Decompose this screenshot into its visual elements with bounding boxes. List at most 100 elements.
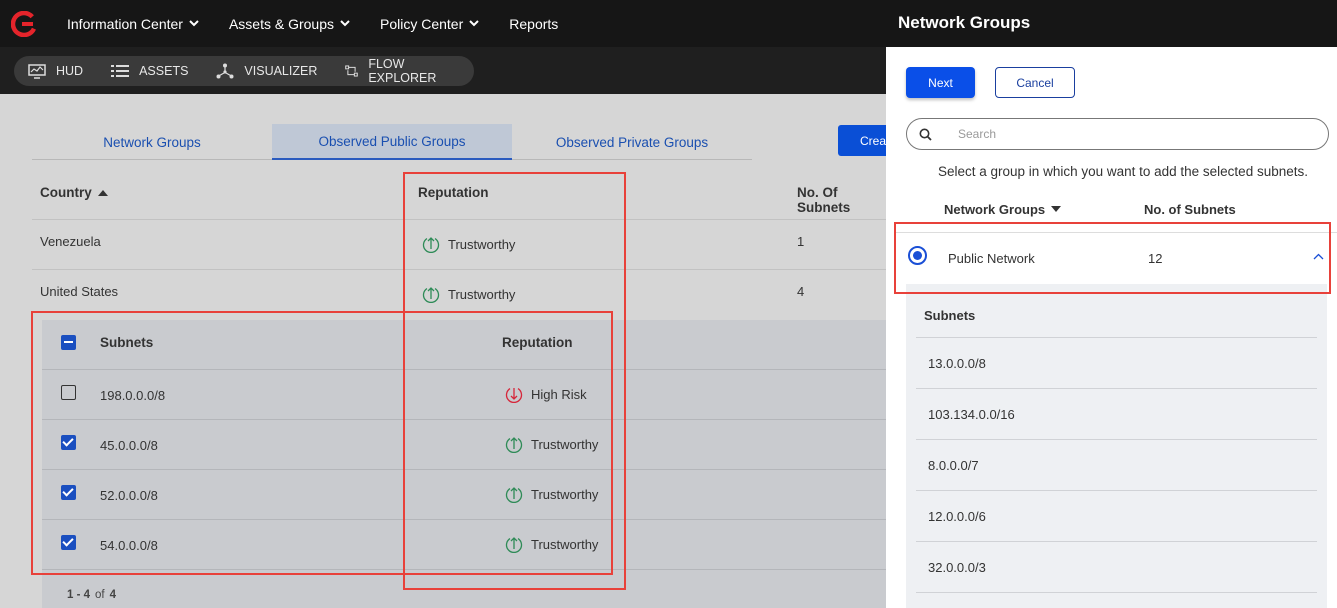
subnet-item: 8.0.0.0/7 — [928, 458, 979, 473]
subnav-hud[interactable]: HUD — [28, 63, 84, 79]
group-subnet-count: 12 — [1148, 251, 1163, 266]
nav-reports[interactable]: Reports — [509, 16, 558, 32]
divider — [32, 269, 886, 270]
next-button[interactable]: Next — [906, 67, 975, 98]
tab-observed-private-groups[interactable]: Observed Private Groups — [512, 124, 752, 160]
nav-policy-center[interactable]: Policy Center — [380, 16, 479, 32]
country-column-header[interactable]: Country — [40, 185, 108, 200]
flow-icon — [345, 65, 359, 77]
row-checkbox[interactable] — [61, 535, 76, 550]
search-bar — [906, 118, 1329, 150]
chevron-down-icon — [189, 20, 199, 27]
nav-label: Policy Center — [380, 15, 464, 32]
group-radio-selected[interactable] — [908, 246, 927, 265]
sort-ascending-icon — [97, 190, 108, 196]
subnets-header: Subnets — [924, 308, 976, 323]
subnav-label: ASSETS — [139, 64, 189, 78]
network-groups-drawer: Network Groups Next Cancel Select a grou… — [886, 0, 1337, 608]
divider — [916, 592, 1317, 593]
chevron-up-icon[interactable] — [1313, 253, 1324, 260]
select-all-checkbox[interactable] — [61, 335, 76, 350]
reputation-cell: Trustworthy — [505, 485, 598, 503]
chevron-down-icon — [340, 20, 350, 27]
group-name: Public Network — [948, 251, 1035, 266]
reputation-cell: Trustworthy — [505, 535, 598, 553]
reputation-cell: High Risk — [505, 385, 587, 403]
row-checkbox[interactable] — [61, 485, 76, 500]
cancel-button[interactable]: Cancel — [995, 67, 1075, 98]
tab-observed-public-groups[interactable]: Observed Public Groups — [272, 124, 512, 160]
subnav-flow-explorer[interactable]: FLOW EXPLORER — [345, 57, 446, 85]
subnav-label: HUD — [56, 64, 84, 78]
subnet-cell: 54.0.0.0/8 — [100, 538, 158, 553]
country-cell: Venezuela — [40, 234, 101, 249]
subnav-visualizer[interactable]: VISUALIZER — [216, 63, 317, 79]
subnav-pill: HUD ASSETS VISUALIZER FLOW EXPLORER — [14, 56, 474, 86]
brand-logo-icon[interactable] — [11, 10, 37, 37]
subnet-cell: 198.0.0.0/8 — [100, 388, 166, 403]
divider — [916, 439, 1317, 440]
subnet-item: 32.0.0.0/3 — [928, 560, 986, 575]
divider — [42, 369, 886, 370]
divider — [42, 519, 886, 520]
reputation-label: Trustworthy — [531, 536, 599, 552]
instruction-text: Select a group in which you want to add … — [938, 164, 1308, 179]
chevron-down-icon — [469, 20, 479, 27]
subnet-item: 12.0.0.0/6 — [928, 509, 986, 524]
pagination-info: 1 - 4 of 4 — [67, 589, 116, 601]
nav-label: Assets & Groups — [228, 15, 334, 32]
subnav-assets[interactable]: ASSETS — [111, 64, 188, 78]
nav-label: Information Center — [67, 15, 183, 32]
trustworthy-icon — [505, 487, 523, 503]
reputation-label: Trustworthy — [531, 436, 599, 452]
trustworthy-icon — [422, 237, 440, 253]
search-icon — [919, 128, 932, 141]
main-content: Network Groups Observed Public Groups Ob… — [0, 94, 898, 608]
pagination-range: 1 - 4 — [67, 589, 91, 601]
monitor-icon — [28, 63, 46, 79]
divider — [42, 469, 886, 470]
network-icon — [216, 63, 234, 79]
reputation-label: Trustworthy — [531, 486, 599, 502]
trustworthy-icon — [505, 537, 523, 553]
subnav-label: VISUALIZER — [244, 64, 318, 78]
divider — [916, 490, 1317, 491]
tab-network-groups[interactable]: Network Groups — [32, 124, 272, 160]
divider — [32, 219, 886, 220]
expanded-subnets-panel — [42, 320, 886, 608]
subnet-count-cell: 1 — [797, 234, 805, 249]
nav-assets-groups[interactable]: Assets & Groups — [229, 16, 350, 32]
reputation-column-header: Reputation — [418, 185, 489, 200]
subnav-label: FLOW EXPLORER — [368, 57, 437, 85]
subnets-column-header: No. Of Subnets — [797, 185, 851, 215]
reputation-cell: Trustworthy — [422, 235, 515, 253]
search-input[interactable] — [958, 127, 1308, 141]
divider — [916, 541, 1317, 542]
divider — [42, 569, 886, 570]
group-tabs: Network Groups Observed Public Groups Ob… — [32, 124, 752, 160]
country-cell: United States — [40, 284, 119, 299]
list-icon — [111, 65, 130, 77]
subnet-count-cell: 4 — [797, 284, 805, 299]
reputation-column-header: Reputation — [502, 335, 573, 350]
divider — [916, 388, 1317, 389]
subnet-item: 13.0.0.0/8 — [928, 356, 986, 371]
subnets-column-header: Subnets — [100, 335, 154, 350]
nav-information-center[interactable]: Information Center — [67, 16, 199, 32]
trustworthy-icon — [422, 287, 440, 303]
reputation-cell: Trustworthy — [505, 435, 598, 453]
pagination-total: 4 — [109, 589, 117, 601]
divider — [42, 419, 886, 420]
sort-descending-icon — [1051, 206, 1062, 212]
pagination-of: of — [95, 589, 105, 601]
column-label: Country — [40, 185, 92, 200]
trustworthy-icon — [505, 437, 523, 453]
high-risk-icon — [505, 388, 523, 403]
row-checkbox[interactable] — [61, 435, 76, 450]
reputation-label: Trustworthy — [448, 236, 516, 252]
drawer-title: Network Groups — [886, 0, 1337, 47]
network-groups-column-header[interactable]: Network Groups — [944, 202, 1062, 217]
row-checkbox[interactable] — [61, 385, 76, 400]
reputation-label: High Risk — [531, 386, 587, 402]
subnet-item: 103.134.0.0/16 — [928, 407, 1015, 422]
